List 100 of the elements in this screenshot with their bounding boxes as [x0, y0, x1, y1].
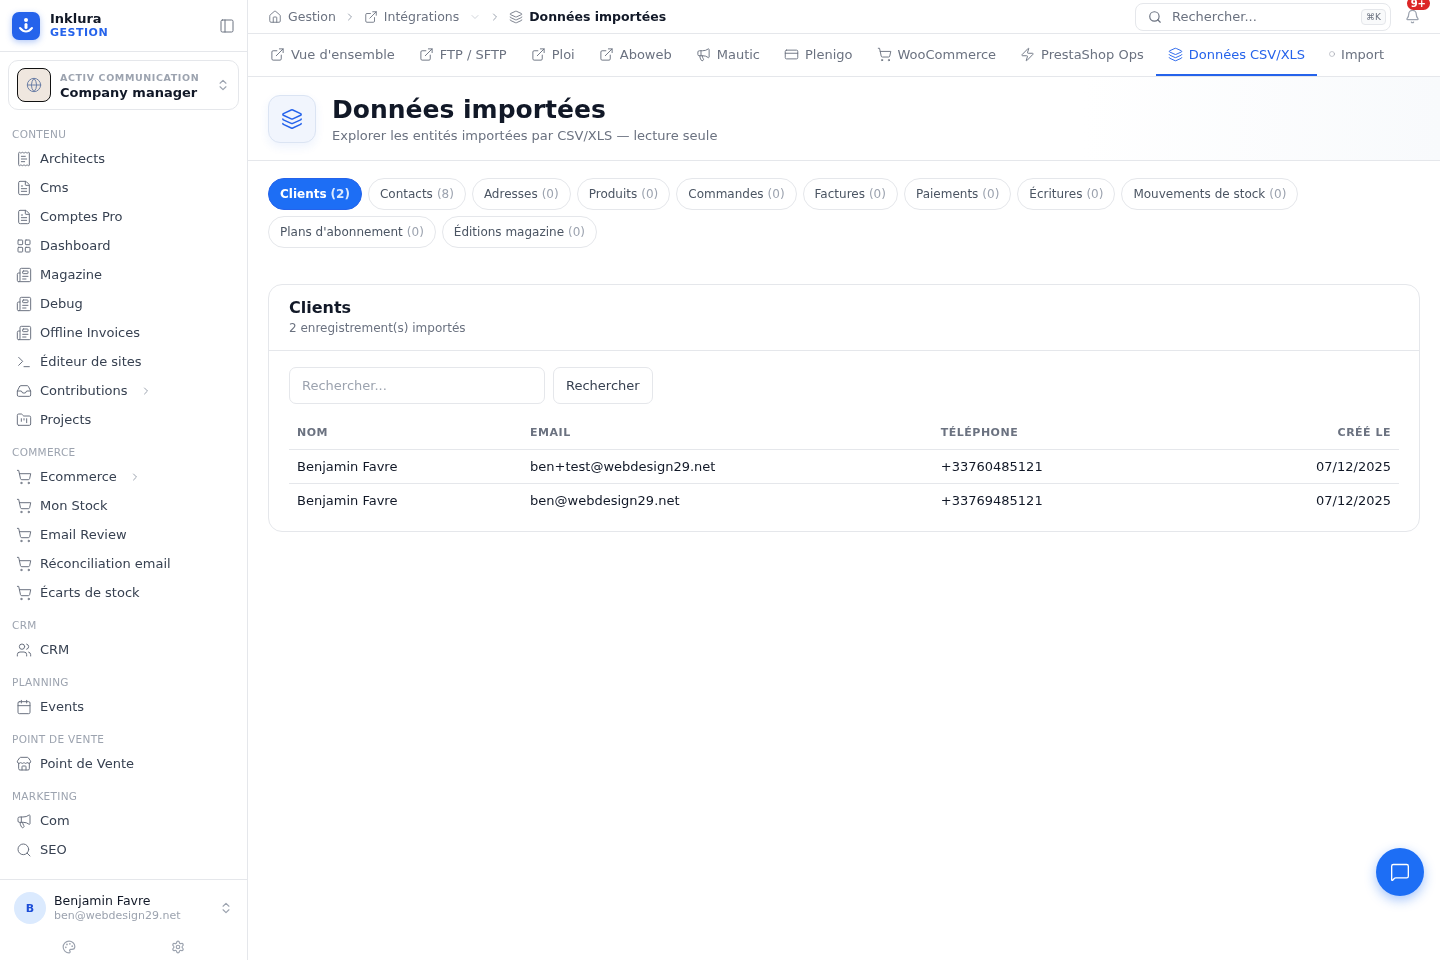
newspaper-icon	[16, 295, 32, 312]
section-title: CRM	[11, 618, 38, 633]
sidebar-item[interactable]: Events	[0, 692, 247, 721]
table-cell: 07/12/2025	[1154, 449, 1399, 484]
sidebar-item[interactable]: Cms	[0, 173, 247, 202]
card-subtitle: 2 enregistrement(s) importés	[289, 321, 467, 335]
layers-icon	[1167, 46, 1183, 62]
search-icon	[16, 841, 32, 858]
palette-icon[interactable]	[61, 940, 76, 954]
search-field[interactable]: Rechercher...	[289, 367, 545, 404]
entity-filter-chip[interactable]: Écritures (0)	[1017, 178, 1116, 210]
user-name: Benjamin Favre	[54, 893, 152, 908]
page-subtitle: Explorer les entités importées par CSV/XLS — lecture seule	[332, 127, 718, 143]
brand-name: Inklura	[50, 11, 103, 26]
entity-filter-chip[interactable]: Factures (0)	[802, 178, 898, 210]
external-link-icon	[598, 46, 614, 62]
integration-tab[interactable]: Mautic	[683, 34, 772, 76]
table-cell: +33769485121	[932, 483, 1155, 517]
entity-filter-chip[interactable]: Mouvements de stock (0)	[1121, 178, 1299, 210]
integration-tab[interactable]: Ploi	[518, 34, 587, 76]
chat-icon	[1390, 862, 1410, 882]
entity-filter-chip[interactable]: Clients (2)	[268, 178, 362, 210]
column-header: EMAIL	[522, 416, 933, 450]
sidebar-item[interactable]: Debug	[0, 289, 247, 318]
section-title: MARKETING	[11, 789, 79, 804]
brand-subtitle: GESTION	[50, 25, 110, 40]
sidebar-item[interactable]: SEO	[0, 835, 247, 864]
cart-icon	[16, 555, 32, 572]
entity-filter-chip[interactable]: Plans d'abonnement (0)	[268, 216, 436, 248]
page-title: Données importées	[332, 94, 607, 124]
lightning-icon	[1020, 46, 1036, 62]
breadcrumb-link[interactable]: Intégrations	[363, 9, 482, 24]
sidebar-item[interactable]: Email Review	[0, 520, 247, 549]
sidebar-item[interactable]: Écarts de stock	[0, 578, 247, 607]
file-icon	[16, 208, 32, 225]
section-title: CONTENU	[11, 127, 68, 142]
megaphone-icon	[695, 46, 711, 62]
card-icon	[784, 46, 799, 62]
inbox-icon	[16, 382, 32, 399]
search-button[interactable]: Rechercher	[553, 367, 653, 404]
sidebar-item[interactable]: Réconciliation email	[0, 549, 247, 578]
sidebar-item[interactable]: Comptes Pro	[0, 202, 247, 231]
users-icon	[16, 641, 32, 658]
organization-switcher[interactable]: ACTIV COMMUNICATION Company manager	[8, 60, 239, 110]
global-search-bar[interactable]: Rechercher... ⌘K	[1135, 2, 1391, 31]
table-cell: ben@webdesign29.net	[522, 483, 933, 517]
chat-button[interactable]	[1376, 848, 1424, 896]
integration-tab[interactable]: FTP / SFTP	[406, 34, 519, 76]
integration-tab[interactable]: Vue d'ensemble	[258, 34, 407, 76]
sidebar-item[interactable]: CRM	[0, 635, 247, 664]
table-cell: ben+test@webdesign29.net	[522, 449, 933, 484]
layers-icon	[509, 9, 524, 24]
breadcrumb-link[interactable]: Données importées	[509, 9, 667, 24]
home-icon	[268, 9, 282, 24]
shortcut-hint: ⌘K	[1361, 8, 1386, 25]
sidebar-item[interactable]: Contributions	[0, 376, 247, 405]
integration-tab[interactable]: PrestaShop Ops	[1008, 34, 1156, 76]
folder-icon	[16, 411, 32, 428]
grid-icon	[16, 237, 32, 254]
breadcrumb-link[interactable]: Gestion	[268, 9, 336, 24]
cart-icon	[876, 46, 892, 62]
notifications-button[interactable]	[1405, 9, 1420, 24]
sidebar-item[interactable]: Projects	[0, 405, 247, 434]
sidebar-item[interactable]: Architects	[0, 144, 247, 173]
cart-icon	[16, 497, 32, 514]
user-email: ben@webdesign29.net	[54, 908, 182, 923]
sidebar-item[interactable]: Offline Invoices	[0, 318, 247, 347]
cart-icon	[16, 468, 32, 485]
integration-tab[interactable]: WooCommerce	[864, 34, 1009, 76]
settings-icon[interactable]	[171, 940, 186, 954]
sidebar-item[interactable]: Magazine	[0, 260, 247, 289]
sidebar-toggle-icon[interactable]	[219, 17, 235, 34]
entity-filter-chip[interactable]: Produits (0)	[576, 178, 671, 210]
newspaper-icon	[16, 266, 32, 283]
notification-badge: 9+	[1406, 0, 1430, 10]
sidebar-item[interactable]: Com	[0, 806, 247, 835]
external-link-icon	[418, 46, 434, 62]
sidebar-item[interactable]: Dashboard	[0, 231, 247, 260]
entity-filter-chip[interactable]: Éditions magazine (0)	[441, 216, 598, 248]
newspaper-icon	[16, 324, 32, 341]
sidebar-item[interactable]: Ecommerce	[0, 462, 247, 491]
entity-filter-chip[interactable]: Contacts (8)	[367, 178, 466, 210]
sidebar-item[interactable]: Point de Vente	[0, 749, 247, 778]
entity-filter-chip[interactable]: Paiements (0)	[903, 178, 1012, 210]
integration-tab[interactable]: Aboweb	[586, 34, 684, 76]
integration-tab[interactable]: Import	[1317, 34, 1397, 76]
entity-filter-chip[interactable]: Adresses (0)	[471, 178, 571, 210]
section-title: PLANNING	[11, 675, 70, 690]
section-title: POINT DE VENTE	[11, 732, 106, 747]
sidebar-item[interactable]: Mon Stock	[0, 491, 247, 520]
table-cell: Benjamin Favre	[289, 449, 523, 484]
integration-tab[interactable]: Plenigo	[772, 34, 865, 76]
cart-icon	[16, 526, 32, 543]
entity-filter-chip[interactable]: Commandes (0)	[676, 178, 797, 210]
cart-icon	[16, 584, 32, 601]
external-link-icon	[270, 46, 285, 62]
calendar-icon	[16, 698, 32, 715]
column-header: TÉLÉPHONE	[932, 416, 1155, 450]
sidebar-item[interactable]: Éditeur de sites	[0, 347, 247, 376]
external-link-icon	[363, 9, 378, 24]
